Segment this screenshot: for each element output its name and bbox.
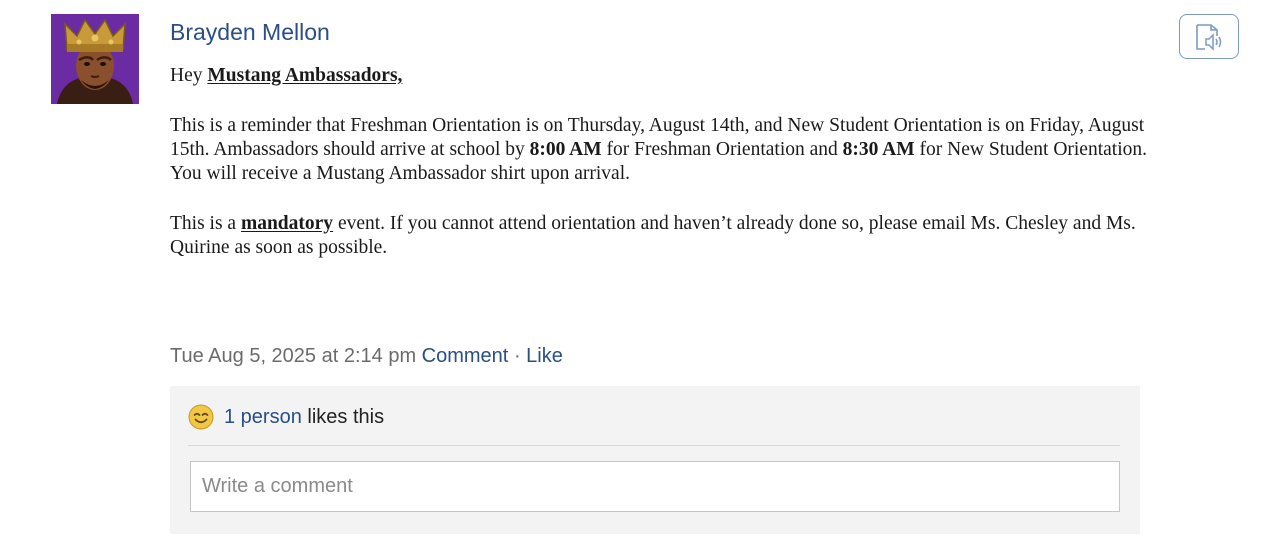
- para1-text-b: for Freshman Orientation and: [601, 139, 843, 160]
- greeting-group: Mustang Ambassadors,: [207, 65, 403, 86]
- likes-suffix: likes this: [301, 405, 385, 428]
- author-avatar[interactable]: [51, 14, 139, 104]
- mandatory-emphasis: mandatory: [240, 213, 334, 234]
- post-timestamp: Tue Aug 5, 2025 at 2:14 pm: [170, 345, 417, 367]
- author-name[interactable]: Brayden Mellon: [170, 18, 330, 46]
- crowned-person-avatar-icon: [51, 14, 139, 104]
- likes-count-link[interactable]: 1 person: [224, 406, 302, 429]
- greeting: Hey Mustang Ambassadors,: [170, 64, 1170, 88]
- separator-dot: ·: [513, 345, 521, 367]
- comments-panel: 1 person likes this: [170, 386, 1140, 534]
- arrival-time-new-student: 8:30 AM: [842, 139, 915, 160]
- smiley-emoji-icon: [188, 404, 214, 430]
- like-link[interactable]: Like: [526, 345, 563, 367]
- para2-text-a: This is a: [170, 213, 241, 234]
- message-paragraph-2: This is a mandatory event. If you cannot…: [170, 212, 1170, 260]
- arrival-time-freshman: 8:00 AM: [529, 139, 602, 160]
- feed-post: Brayden Mellon Hey Mustang Ambassadors, …: [0, 0, 1280, 538]
- comment-link[interactable]: Comment: [422, 345, 509, 367]
- message-paragraph-1: This is a reminder that Freshman Orienta…: [170, 114, 1170, 186]
- post-meta: Tue Aug 5, 2025 at 2:14 pm Comment · Lik…: [170, 343, 563, 369]
- greeting-prefix: Hey: [170, 65, 208, 86]
- likes-summary: 1 person likes this: [188, 404, 384, 430]
- post-message: Hey Mustang Ambassadors, This is a remin…: [170, 64, 1170, 260]
- read-aloud-button[interactable]: [1179, 14, 1239, 59]
- comment-input[interactable]: [190, 461, 1120, 512]
- meta-separator: ·: [508, 345, 526, 367]
- read-aloud-icon: [1196, 23, 1222, 51]
- likes-divider: [188, 445, 1120, 446]
